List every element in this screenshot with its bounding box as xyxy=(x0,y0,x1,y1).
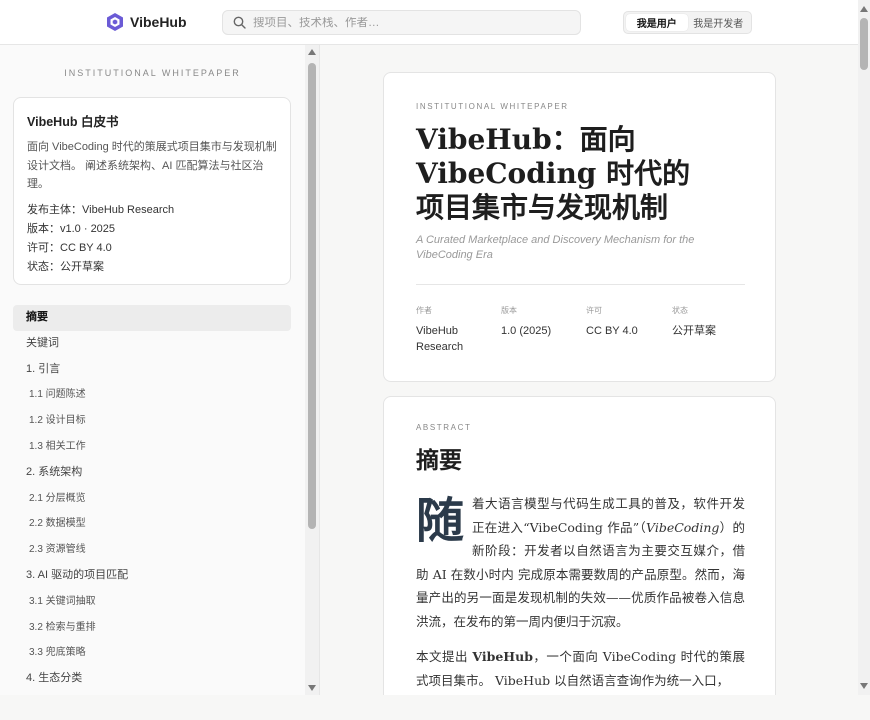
brand-logo[interactable]: VibeHub xyxy=(106,12,187,32)
toc-item[interactable]: 1.1 问题陈述 xyxy=(13,382,291,408)
info-license: 许可：CC BY 4.0 xyxy=(27,241,112,254)
sidebar: INSTITUTIONAL WHITEPAPER VibeHub 白皮书 面向 … xyxy=(0,45,305,695)
meta-label: 状态 xyxy=(672,306,688,315)
role-toggle: 我是用户 我是开发者 xyxy=(623,11,752,34)
abstract-title: 摘要 xyxy=(416,447,462,474)
text-run: ）的新阶段：开发者以自然语言为主要交互媒介，借助 AI 在数小时内 完成原本需要… xyxy=(416,519,745,629)
scroll-up-arrow-icon[interactable] xyxy=(860,6,868,12)
toc-item[interactable]: 2.1 分层概览 xyxy=(13,486,291,512)
brand-name: VibeHub xyxy=(130,14,187,30)
meta-label: 许可 xyxy=(586,306,602,315)
meta-license: 许可 CC BY 4.0 xyxy=(586,305,666,339)
toc-item[interactable]: 3.1 关键词抽取 xyxy=(13,589,291,615)
vibehub-logo-icon xyxy=(107,13,123,31)
title-line: VibeCoding 时代的 xyxy=(416,157,691,190)
toc-item[interactable]: 2.3 资源管线 xyxy=(13,537,291,563)
info-publisher: 发布主体：VibeHub Research xyxy=(27,203,175,216)
hero-card: INSTITUTIONAL WHITEPAPER VibeHub：面向 Vibe… xyxy=(383,72,776,382)
text-run: 本文提出 xyxy=(416,649,473,664)
info-card-title: VibeHub 白皮书 xyxy=(27,115,119,129)
search-input[interactable] xyxy=(253,16,553,29)
role-developer-button[interactable]: 我是开发者 xyxy=(688,14,750,31)
meta-label: 版本 xyxy=(501,306,517,315)
page-title: VibeHub：面向 VibeCoding 时代的 项目集市与发现机制 xyxy=(416,123,746,225)
title-line: 项目集市与发现机制 xyxy=(416,191,669,224)
toc-item[interactable]: 3.2 检索与重排 xyxy=(13,615,291,641)
main-content: INSTITUTIONAL WHITEPAPER VibeHub：面向 Vibe… xyxy=(320,45,858,695)
toc-item[interactable]: 2. 系统架构 xyxy=(13,460,291,486)
search-box[interactable] xyxy=(222,10,581,35)
toc-item[interactable]: 2.2 数据模型 xyxy=(13,511,291,537)
toc-item[interactable]: 4. 生态分类 xyxy=(13,666,291,692)
whitepaper-info-card: VibeHub 白皮书 面向 VibeCoding 时代的策展式项目集市与发现机… xyxy=(13,97,291,285)
main-scrollbar[interactable] xyxy=(858,0,870,695)
meta-author: 作者 VibeHub Research xyxy=(416,305,491,355)
sidebar-kicker: INSTITUTIONAL WHITEPAPER xyxy=(64,68,241,78)
title-line: VibeHub：面向 xyxy=(416,123,636,156)
meta-value: 公开草案 xyxy=(672,325,716,337)
meta-value: 1.0 (2025) xyxy=(501,325,552,337)
scroll-down-arrow-icon[interactable] xyxy=(860,683,868,689)
meta-version: 版本 1.0 (2025) xyxy=(501,305,581,339)
toc-item[interactable]: 3. AI 驱动的项目匹配 xyxy=(13,563,291,589)
table-of-contents: 摘要 关键词 1. 引言 1.1 问题陈述 1.2 设计目标 1.3 相关工作 2. 系统架… xyxy=(13,305,291,692)
role-user-button[interactable]: 我是用户 xyxy=(626,14,688,31)
info-card-description: 面向 VibeCoding 时代的策展式项目集市与发现机制设计文档。 阐述系统架… xyxy=(27,141,277,190)
scroll-up-arrow-icon[interactable] xyxy=(308,49,316,55)
toc-item[interactable]: 关键词 xyxy=(13,331,291,357)
abstract-paragraph: 本文提出 VibeHub，一个面向 VibeCoding 时代的策展式项目集市。… xyxy=(416,645,745,692)
abstract-kicker: ABSTRACT xyxy=(416,423,472,432)
italic-term: VibeCoding xyxy=(646,519,720,535)
meta-status: 状态 公开草案 xyxy=(672,305,747,339)
meta-value: CC BY 4.0 xyxy=(586,325,638,337)
meta-value: VibeHub Research xyxy=(416,325,464,353)
abstract-paragraph: 随着大语言模型与代码生成工具的普及，软件开发正在进入“VibeCoding 作品… xyxy=(416,492,745,633)
toc-item[interactable]: 3.3 兜底策略 xyxy=(13,640,291,666)
hero-divider xyxy=(416,284,745,285)
drop-cap: 随 xyxy=(416,493,465,549)
toc-item[interactable]: 1.3 相关工作 xyxy=(13,434,291,460)
toc-item[interactable]: 1.2 设计目标 xyxy=(13,408,291,434)
page-subtitle: A Curated Marketplace and Discovery Mech… xyxy=(416,234,695,261)
scroll-down-arrow-icon[interactable] xyxy=(308,685,316,691)
toc-item[interactable]: 摘要 xyxy=(13,305,291,331)
abstract-body: 随着大语言模型与代码生成工具的普及，软件开发正在进入“VibeCoding 作品… xyxy=(416,492,745,695)
bold-term: VibeHub xyxy=(472,649,533,664)
meta-label: 作者 xyxy=(416,306,432,315)
info-status: 状态：公开草案 xyxy=(27,260,104,273)
search-icon xyxy=(233,16,246,29)
sidebar-scrollbar-thumb[interactable] xyxy=(308,63,316,529)
top-header: VibeHub 我是用户 我是开发者 xyxy=(0,0,870,45)
abstract-card: ABSTRACT 摘要 随着大语言模型与代码生成工具的普及，软件开发正在进入“V… xyxy=(383,396,776,695)
hero-kicker: INSTITUTIONAL WHITEPAPER xyxy=(416,102,569,111)
toc-item[interactable]: 1. 引言 xyxy=(13,357,291,383)
sidebar-scrollbar[interactable] xyxy=(305,45,319,695)
main-scrollbar-thumb[interactable] xyxy=(860,18,868,70)
info-version: 版本：v1.0 · 2025 xyxy=(27,222,116,235)
